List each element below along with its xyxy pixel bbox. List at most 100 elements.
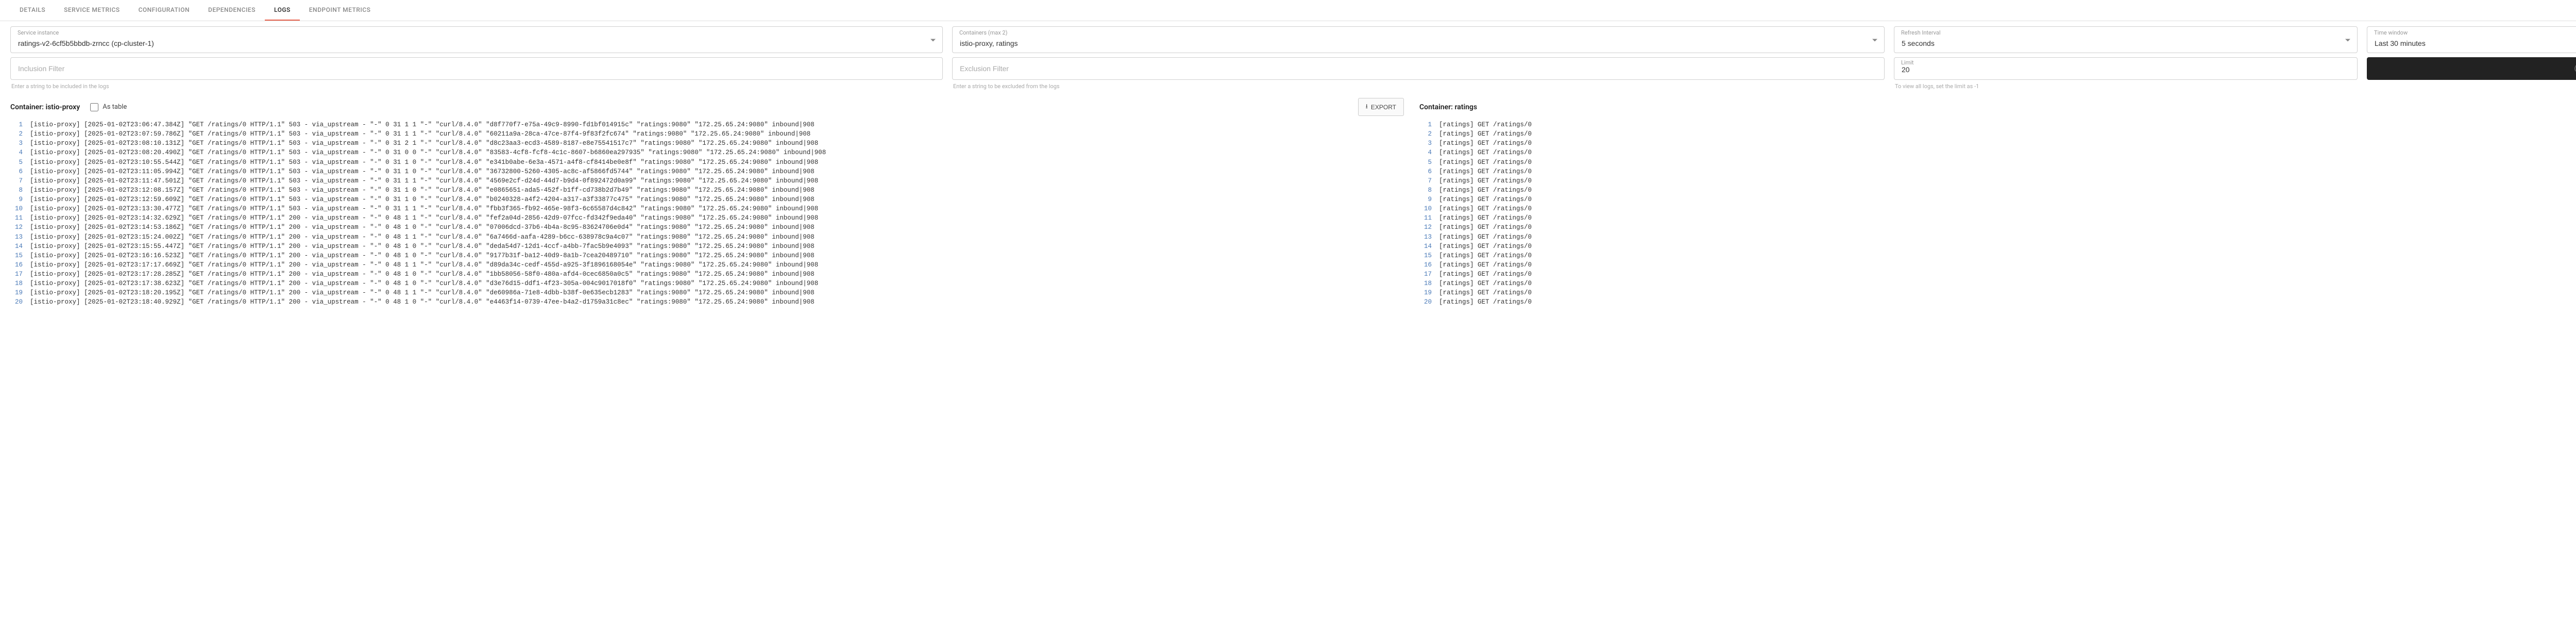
service-instance-select[interactable]: Service instance xyxy=(10,26,943,53)
ratings-log-line[interactable]: 18[ratings] GET /ratings/0 xyxy=(1419,279,2576,288)
tab-bar: DETAILSSERVICE METRICSCONFIGURATIONDEPEN… xyxy=(0,0,2576,21)
log-line-number: 20 xyxy=(1419,297,1439,307)
istio-proxy-log-line[interactable]: 12[istio-proxy] [2025-01-02T23:14:53.186… xyxy=(10,223,1404,232)
ratings-log-line[interactable]: 15[ratings] GET /ratings/0 xyxy=(1419,251,2576,260)
log-line-text: [ratings] GET /ratings/0 xyxy=(1439,288,1532,297)
log-line-text: [ratings] GET /ratings/0 xyxy=(1439,279,1532,288)
log-line-number: 19 xyxy=(1419,288,1439,297)
istio-proxy-log-line[interactable]: 6[istio-proxy] [2025-01-02T23:11:05.994Z… xyxy=(10,167,1404,176)
ratings-log-line[interactable]: 20[ratings] GET /ratings/0 xyxy=(1419,297,2576,307)
istio-proxy-log-line[interactable]: 7[istio-proxy] [2025-01-02T23:11:47.501Z… xyxy=(10,176,1404,186)
log-line-text: [ratings] GET /ratings/0 xyxy=(1439,120,1532,129)
log-line-text: [ratings] GET /ratings/0 xyxy=(1439,186,1532,195)
containers-value[interactable] xyxy=(952,26,1885,53)
istio-proxy-log-line[interactable]: 14[istio-proxy] [2025-01-02T23:15:55.447… xyxy=(10,242,1404,251)
ratings-log-line[interactable]: 4[ratings] GET /ratings/0 xyxy=(1419,148,2576,157)
log-panels: Container: istio-proxy As table ⭳ EXPORT… xyxy=(0,93,2576,312)
log-line-number: 10 xyxy=(10,204,30,213)
log-line-number: 15 xyxy=(10,251,30,260)
istio-proxy-log-line[interactable]: 3[istio-proxy] [2025-01-02T23:08:10.131Z… xyxy=(10,139,1404,148)
istio-proxy-log-line[interactable]: 15[istio-proxy] [2025-01-02T23:16:16.523… xyxy=(10,251,1404,260)
panel-istio-proxy-title: Container: istio-proxy xyxy=(10,103,80,111)
log-line-number: 9 xyxy=(10,195,30,204)
ratings-log-line[interactable]: 16[ratings] GET /ratings/0 xyxy=(1419,260,2576,270)
tab-service-metrics[interactable]: SERVICE METRICS xyxy=(55,0,129,21)
log-line-number: 7 xyxy=(1419,176,1439,186)
log-line-text: [ratings] GET /ratings/0 xyxy=(1439,148,1532,157)
log-line-text: [ratings] GET /ratings/0 xyxy=(1439,139,1532,148)
ratings-log-line[interactable]: 3[ratings] GET /ratings/0 xyxy=(1419,139,2576,148)
log-line-text: [istio-proxy] [2025-01-02T23:14:53.186Z]… xyxy=(30,223,815,232)
service-instance-value[interactable] xyxy=(10,26,943,53)
istio-proxy-log-line[interactable]: 9[istio-proxy] [2025-01-02T23:12:59.609Z… xyxy=(10,195,1404,204)
istio-proxy-log-line[interactable]: 10[istio-proxy] [2025-01-02T23:13:30.477… xyxy=(10,204,1404,213)
log-line-text: [istio-proxy] [2025-01-02T23:11:47.501Z]… xyxy=(30,176,818,186)
istio-proxy-log-line[interactable]: 13[istio-proxy] [2025-01-02T23:15:24.002… xyxy=(10,232,1404,242)
ratings-log-line[interactable]: 6[ratings] GET /ratings/0 xyxy=(1419,167,2576,176)
log-line-text: [istio-proxy] [2025-01-02T23:18:20.195Z]… xyxy=(30,288,815,297)
inclusion-filter-input[interactable] xyxy=(10,57,943,80)
log-line-text: [istio-proxy] [2025-01-02T23:17:17.669Z]… xyxy=(30,260,818,270)
inclusion-hint: Enter a string to be included in the log… xyxy=(11,83,943,90)
istio-proxy-log-line[interactable]: 1[istio-proxy] [2025-01-02T23:06:47.384Z… xyxy=(10,120,1404,129)
filters-row-2: Enter a string to be included in the log… xyxy=(0,55,2576,93)
istio-proxy-log-line[interactable]: 17[istio-proxy] [2025-01-02T23:17:28.285… xyxy=(10,270,1404,279)
log-line-number: 6 xyxy=(1419,167,1439,176)
istio-proxy-log-line[interactable]: 4[istio-proxy] [2025-01-02T23:08:20.490Z… xyxy=(10,148,1404,157)
log-line-number: 16 xyxy=(10,260,30,270)
ratings-log-viewer[interactable]: 1[ratings] GET /ratings/02[ratings] GET … xyxy=(1419,120,2576,307)
log-line-text: [istio-proxy] [2025-01-02T23:11:05.994Z]… xyxy=(30,167,815,176)
istio-proxy-log-line[interactable]: 16[istio-proxy] [2025-01-02T23:17:17.669… xyxy=(10,260,1404,270)
istio-proxy-log-line[interactable]: 18[istio-proxy] [2025-01-02T23:17:38.623… xyxy=(10,279,1404,288)
istio-proxy-log-line[interactable]: 19[istio-proxy] [2025-01-02T23:18:20.195… xyxy=(10,288,1404,297)
chevron-down-icon xyxy=(930,36,936,44)
ratings-log-line[interactable]: 8[ratings] GET /ratings/0 xyxy=(1419,186,2576,195)
log-line-number: 11 xyxy=(1419,213,1439,223)
refresh-interval-value[interactable] xyxy=(1894,26,2358,53)
ratings-log-line[interactable]: 9[ratings] GET /ratings/0 xyxy=(1419,195,2576,204)
time-window-select[interactable]: Time window xyxy=(2367,26,2576,53)
log-line-text: [istio-proxy] [2025-01-02T23:15:24.002Z]… xyxy=(30,232,815,242)
ratings-log-line[interactable]: 2[ratings] GET /ratings/0 xyxy=(1419,129,2576,139)
ratings-log-line[interactable]: 12[ratings] GET /ratings/0 xyxy=(1419,223,2576,232)
istio-proxy-log-line[interactable]: 11[istio-proxy] [2025-01-02T23:14:32.629… xyxy=(10,213,1404,223)
ratings-log-line[interactable]: 14[ratings] GET /ratings/0 xyxy=(1419,242,2576,251)
tab-configuration[interactable]: CONFIGURATION xyxy=(129,0,199,21)
ratings-log-line[interactable]: 11[ratings] GET /ratings/0 xyxy=(1419,213,2576,223)
ratings-log-line[interactable]: 7[ratings] GET /ratings/0 xyxy=(1419,176,2576,186)
as-table-checkbox[interactable] xyxy=(90,103,98,111)
log-line-text: [istio-proxy] [2025-01-02T23:06:47.384Z]… xyxy=(30,120,815,129)
pause-button[interactable]: PAUSE xyxy=(2367,57,2576,80)
istio-proxy-log-line[interactable]: 5[istio-proxy] [2025-01-02T23:10:55.544Z… xyxy=(10,158,1404,167)
ratings-log-line[interactable]: 13[ratings] GET /ratings/0 xyxy=(1419,232,2576,242)
containers-select[interactable]: Containers (max 2) xyxy=(952,26,1885,53)
log-line-number: 17 xyxy=(1419,270,1439,279)
istio-proxy-log-line[interactable]: 8[istio-proxy] [2025-01-02T23:12:08.157Z… xyxy=(10,186,1404,195)
log-line-number: 1 xyxy=(1419,120,1439,129)
istio-proxy-log-line[interactable]: 20[istio-proxy] [2025-01-02T23:18:40.929… xyxy=(10,297,1404,307)
export-button-left[interactable]: ⭳ EXPORT xyxy=(1358,98,1404,116)
chevron-down-icon xyxy=(2345,36,2350,44)
log-line-text: [istio-proxy] [2025-01-02T23:18:40.929Z]… xyxy=(30,297,815,307)
exclusion-filter-input[interactable] xyxy=(952,57,1885,80)
ratings-log-line[interactable]: 17[ratings] GET /ratings/0 xyxy=(1419,270,2576,279)
ratings-log-line[interactable]: 1[ratings] GET /ratings/0 xyxy=(1419,120,2576,129)
time-window-value[interactable] xyxy=(2367,26,2576,53)
log-line-number: 4 xyxy=(10,148,30,157)
tab-logs[interactable]: LOGS xyxy=(265,0,300,21)
ratings-log-line[interactable]: 19[ratings] GET /ratings/0 xyxy=(1419,288,2576,297)
tab-dependencies[interactable]: DEPENDENCIES xyxy=(199,0,265,21)
tab-details[interactable]: DETAILS xyxy=(10,0,55,21)
limit-input[interactable] xyxy=(1894,57,2358,80)
istio-proxy-log-viewer[interactable]: 1[istio-proxy] [2025-01-02T23:06:47.384Z… xyxy=(10,120,1404,307)
log-line-text: [istio-proxy] [2025-01-02T23:17:38.623Z]… xyxy=(30,279,818,288)
ratings-log-line[interactable]: 5[ratings] GET /ratings/0 xyxy=(1419,158,2576,167)
as-table-toggle[interactable]: As table xyxy=(90,103,127,111)
istio-proxy-log-line[interactable]: 2[istio-proxy] [2025-01-02T23:07:59.786Z… xyxy=(10,129,1404,139)
export-label: EXPORT xyxy=(1371,104,1396,111)
ratings-log-line[interactable]: 10[ratings] GET /ratings/0 xyxy=(1419,204,2576,213)
refresh-interval-select[interactable]: Refresh Interval xyxy=(1894,26,2358,53)
log-line-number: 18 xyxy=(10,279,30,288)
log-line-number: 17 xyxy=(10,270,30,279)
tab-endpoint-metrics[interactable]: ENDPOINT METRICS xyxy=(300,0,380,21)
